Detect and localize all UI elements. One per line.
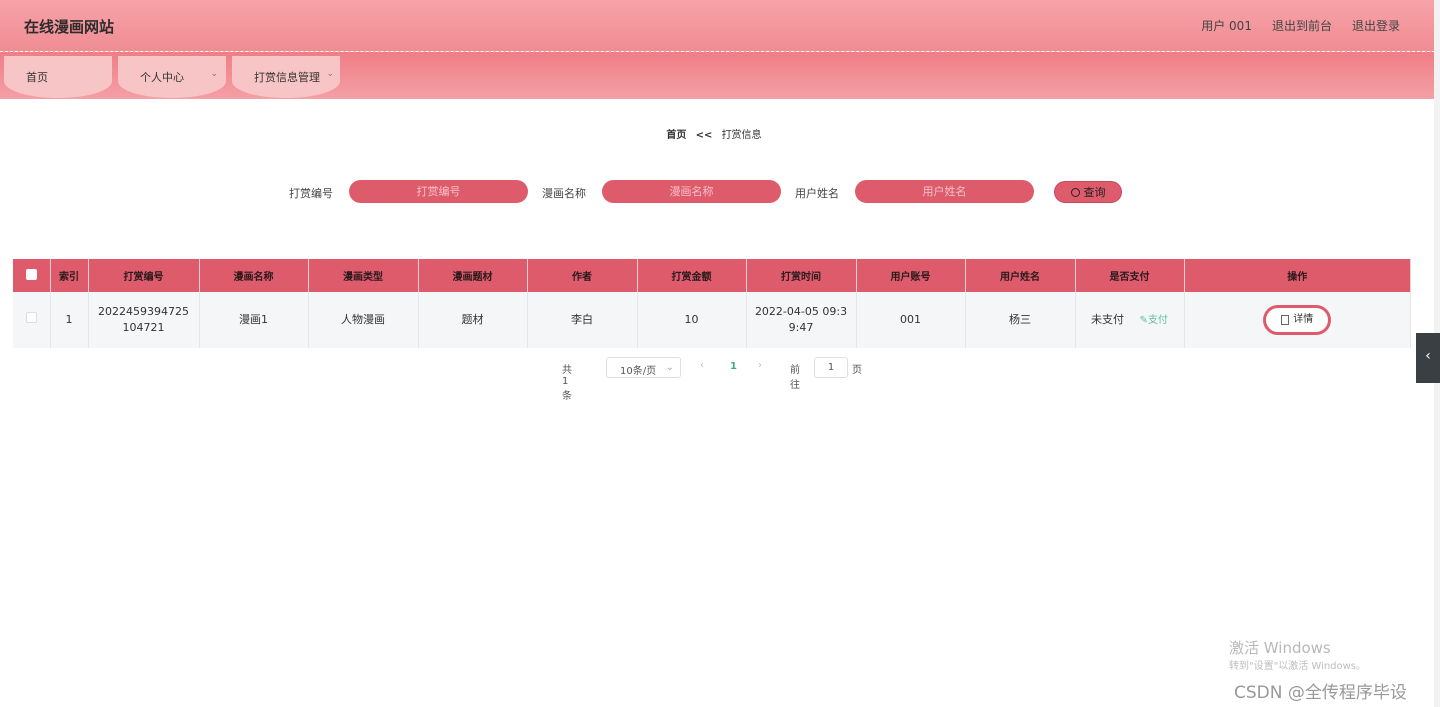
pay-link[interactable]: ✎支付	[1140, 315, 1168, 326]
nav-item-personal[interactable]: 个人中心 ⌄	[118, 56, 226, 98]
col-header: 打赏时间	[746, 259, 857, 292]
detail-button[interactable]: 详情	[1263, 305, 1332, 335]
table-row: 1 2022459394725104721 漫画1 人物漫画 题材 李白 10 …	[13, 292, 1411, 348]
cell-paid: 未支付 ✎支付	[1075, 292, 1185, 348]
nav-home-label: 首页	[26, 71, 48, 84]
top-links: 用户 001 退出到前台 退出登录	[1201, 17, 1400, 34]
col-header: 漫画名称	[199, 259, 309, 292]
row-select-cell	[13, 292, 51, 348]
chevron-down-icon: ⌄	[665, 362, 674, 373]
user-name-label: 用户姓名	[795, 187, 839, 200]
prev-page-button[interactable]: ‹	[700, 360, 704, 371]
cell-comic-type: 人物漫画	[308, 292, 419, 348]
csdn-watermark: CSDN @全传程序毕设	[1234, 683, 1407, 703]
page-size-select[interactable]: 10条/页 ⌄	[606, 357, 681, 378]
table-header-row: 索引 打赏编号 漫画名称 漫画类型 漫画题材 作者 打赏金额 打赏时间 用户账号…	[13, 259, 1411, 292]
back-to-front-link[interactable]: 退出到前台	[1272, 17, 1332, 34]
top-header: 在线漫画网站 用户 001 退出到前台 退出登录	[0, 0, 1440, 52]
side-drawer-toggle[interactable]: ‹	[1416, 333, 1440, 383]
chevron-down-icon: ⌄	[326, 69, 334, 79]
cell-user-name: 杨三	[965, 292, 1076, 348]
col-header: 索引	[50, 259, 89, 292]
comic-name-label: 漫画名称	[542, 187, 586, 200]
cell-reward-no: 2022459394725104721	[88, 292, 200, 348]
nav-personal-label: 个人中心	[140, 71, 184, 84]
cell-comic-name: 漫画1	[199, 292, 309, 348]
query-label: 查询	[1083, 186, 1106, 199]
nav-item-reward-mgmt[interactable]: 打赏信息管理 ⌄	[232, 56, 340, 98]
breadcrumb-separator: <<	[695, 130, 713, 141]
chevron-down-icon: ⌄	[210, 69, 218, 79]
col-header: 漫画类型	[308, 259, 419, 292]
cell-time: 2022-04-05 09:39:47	[746, 292, 857, 348]
pagination-total: 共 1 条	[562, 365, 572, 402]
pay-link-label: 支付	[1147, 314, 1168, 326]
cell-author: 李白	[527, 292, 638, 348]
breadcrumb: 首页 << 打赏信息	[0, 126, 1428, 141]
cell-account: 001	[856, 292, 966, 348]
breadcrumb-current: 打赏信息	[721, 130, 762, 141]
next-page-button[interactable]: ›	[758, 360, 762, 371]
col-header: 操作	[1184, 259, 1411, 292]
cell-amount: 10	[637, 292, 747, 348]
col-header: 漫画题材	[418, 259, 528, 292]
query-button[interactable]: 查询	[1054, 181, 1122, 203]
search-icon	[1070, 187, 1080, 197]
reward-table: 索引 打赏编号 漫画名称 漫画类型 漫画题材 作者 打赏金额 打赏时间 用户账号…	[13, 259, 1411, 348]
col-header: 用户姓名	[965, 259, 1076, 292]
nav-reward-label: 打赏信息管理	[254, 71, 320, 84]
col-header: 用户账号	[856, 259, 966, 292]
col-header: 作者	[527, 259, 638, 292]
user-name-input[interactable]	[855, 180, 1034, 203]
cell-index: 1	[50, 292, 89, 348]
cell-theme: 题材	[418, 292, 528, 348]
cell-actions: 详情	[1184, 292, 1411, 348]
comic-name-input[interactable]	[602, 180, 781, 203]
goto-label: 前往	[790, 365, 800, 391]
page-size-value: 10条/页	[620, 366, 657, 377]
reward-no-input[interactable]	[349, 180, 528, 203]
activate-windows-watermark: 激活 Windows	[1229, 639, 1331, 657]
page-suffix: 页	[852, 365, 862, 376]
row-checkbox[interactable]	[25, 312, 37, 323]
current-page[interactable]: 1	[730, 361, 737, 372]
main-nav: 首页 个人中心 ⌄ 打赏信息管理 ⌄	[0, 52, 1440, 99]
site-title: 在线漫画网站	[24, 18, 115, 36]
col-header: 打赏编号	[88, 259, 200, 292]
current-user[interactable]: 用户 001	[1201, 17, 1252, 34]
activate-windows-hint: 转到"设置"以激活 Windows。	[1229, 661, 1367, 672]
reward-no-label: 打赏编号	[289, 187, 333, 200]
nav-item-home[interactable]: 首页	[4, 56, 112, 98]
col-header: 是否支付	[1075, 259, 1185, 292]
select-all-checkbox[interactable]	[25, 268, 37, 280]
detail-label: 详情	[1293, 314, 1314, 325]
logout-link[interactable]: 退出登录	[1352, 17, 1400, 34]
select-all-cell	[13, 259, 51, 292]
paid-status: 未支付	[1091, 312, 1125, 326]
breadcrumb-home[interactable]: 首页	[666, 130, 686, 141]
col-header: 打赏金额	[637, 259, 747, 292]
chevron-left-icon: ‹	[1425, 348, 1431, 364]
document-icon	[1281, 315, 1290, 325]
goto-page-input[interactable]: 1	[814, 357, 848, 378]
